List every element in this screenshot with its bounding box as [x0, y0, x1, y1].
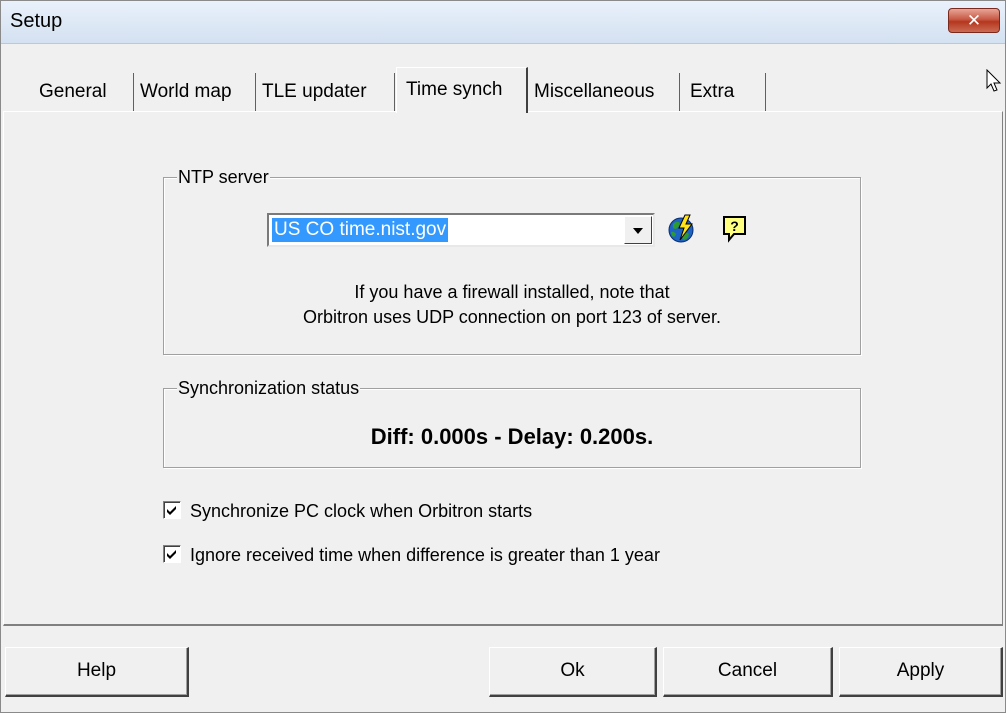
window-title: Setup [10, 10, 63, 32]
tab-label: TLE updater [262, 81, 367, 102]
firewall-note-line-1: If you have a firewall installed, note t… [354, 282, 670, 302]
mouse-cursor-icon [986, 68, 1002, 98]
tab-label: Extra [690, 81, 735, 102]
setup-dialog: Setup ✕ General World map TLE updater Ti… [0, 0, 1006, 713]
ntp-server-select[interactable]: US CO time.nist.gov [267, 213, 655, 247]
tab-label: General [39, 81, 107, 102]
ntp-server-value: US CO time.nist.gov [272, 218, 449, 242]
sync-on-start-checkbox[interactable] [163, 501, 181, 519]
tab-label: Time synch [406, 79, 503, 100]
tab-label: Miscellaneous [534, 81, 655, 102]
checkmark-icon [167, 550, 176, 559]
tab-label: World map [140, 81, 232, 102]
help-button[interactable]: Help [5, 647, 189, 697]
chevron-down-icon[interactable] [624, 216, 652, 244]
ok-button[interactable]: Ok [489, 647, 657, 697]
title-bar[interactable]: Setup ✕ [1, 1, 1005, 44]
sync-status-legend: Synchronization status [177, 376, 361, 400]
ignore-large-diff-label: Ignore received time when difference is … [190, 545, 660, 565]
help-icon: ? [723, 216, 746, 243]
svg-text:?: ? [730, 218, 739, 234]
tab-world-map[interactable]: World map [134, 73, 256, 111]
sync-status-text: Diff: 0.000s - Delay: 0.200s. [370, 424, 654, 449]
tab-tle-updater[interactable]: TLE updater [256, 73, 395, 111]
close-icon: ✕ [966, 11, 982, 30]
ntp-server-legend: NTP server [177, 165, 270, 189]
tab-general[interactable]: General [33, 73, 134, 111]
tab-extra[interactable]: Extra [680, 73, 766, 111]
firewall-note-line-2: Orbitron uses UDP connection on port 123… [303, 307, 721, 327]
tab-miscellaneous[interactable]: Miscellaneous [528, 73, 680, 111]
tab-time-synch[interactable]: Time synch [396, 67, 528, 113]
checkmark-icon [167, 506, 176, 515]
cancel-button[interactable]: Cancel [663, 647, 833, 697]
apply-button[interactable]: Apply [839, 647, 1003, 697]
globe-lightning-icon [668, 214, 694, 243]
ignore-large-diff-checkbox[interactable] [163, 545, 181, 563]
synchronize-button[interactable] [668, 214, 696, 244]
close-button[interactable]: ✕ [948, 8, 1000, 33]
ntp-help-button[interactable]: ? [722, 215, 750, 245]
sync-on-start-label: Synchronize PC clock when Orbitron start… [190, 501, 533, 521]
